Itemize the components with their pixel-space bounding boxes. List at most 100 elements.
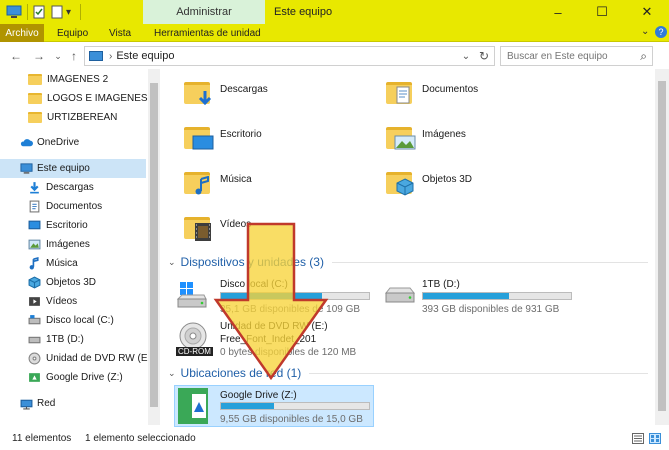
drive-icon [28, 315, 41, 325]
scrollbar-thumb[interactable] [658, 81, 666, 411]
drive-usage-fill [221, 403, 275, 409]
new-folder-icon[interactable] [51, 4, 63, 20]
properties-icon[interactable] [33, 4, 45, 20]
quick-access-toolbar [6, 4, 22, 20]
details-view-icon[interactable] [632, 433, 644, 444]
tab-vista[interactable]: Vista [109, 24, 131, 42]
nav-item-este-equipo[interactable]: Este equipo [0, 159, 146, 178]
music-icon [29, 257, 39, 270]
search-input[interactable] [501, 47, 626, 65]
network-drive-icon [29, 373, 40, 382]
nav-item-label: 1TB (D:) [46, 334, 84, 345]
drive-name: Google Drive (Z:) [220, 390, 297, 401]
collapse-chevron-icon[interactable]: ⌄ [168, 368, 176, 379]
nav-item-label: Música [46, 258, 78, 269]
nav-item-label: Google Drive (Z:) [46, 372, 123, 383]
nav-item-descargas[interactable]: Descargas [0, 178, 146, 197]
drive-usage-bar [422, 292, 572, 300]
expand-ribbon-icon[interactable]: ⌄ [641, 26, 649, 37]
folder-imagenes[interactable]: Imágenes [384, 119, 574, 159]
nav-item-urtizberean[interactable]: URTIZBEREAN [0, 108, 146, 127]
video-icon [29, 297, 40, 306]
nav-item-label: Escritorio [46, 220, 88, 231]
nav-item-videos[interactable]: Vídeos [0, 292, 146, 311]
tab-equipo[interactable]: Equipo [57, 24, 88, 42]
computer-icon[interactable] [6, 5, 22, 19]
dvd-icon [28, 352, 41, 365]
music-icon [195, 176, 209, 195]
nav-item-imagenes[interactable]: Imágenes [0, 235, 146, 254]
drive-usage-bar [220, 402, 370, 410]
download-icon [30, 182, 39, 194]
nav-item-escritorio[interactable]: Escritorio [0, 216, 146, 235]
nav-item-documentos[interactable]: Documentos [0, 197, 146, 216]
nav-item-label: Imágenes [46, 239, 90, 250]
nav-item-logos-e-imagenes[interactable]: LOGOS E IMAGENES [0, 89, 148, 108]
drive-free-space: 9,55 GB disponibles de 15,0 GB [220, 414, 363, 425]
folder-objetos-3d[interactable]: Objetos 3D [384, 164, 574, 204]
maximize-button[interactable]: ☐ [580, 0, 624, 24]
address-field[interactable]: › Este equipo ⌄ ↻ [84, 46, 495, 66]
toolbar-separator [27, 4, 28, 20]
folder-documentos[interactable]: Documentos [384, 74, 574, 114]
folder-label: Objetos 3D [422, 174, 473, 185]
tiles-view-icon[interactable] [649, 433, 661, 444]
nav-item-label: Disco local (C:) [46, 315, 114, 326]
item-count: 11 elementos [12, 433, 72, 444]
nav-item-unidad-dvd[interactable]: Unidad de DVD RW (E:) F [0, 349, 160, 368]
collapse-chevron-icon[interactable]: ⌄ [168, 257, 176, 268]
customize-toolbar-icon[interactable]: ▾ [66, 4, 71, 20]
content-pane: Descargas Documentos Escritorio Imágenes… [162, 69, 655, 427]
nav-item-label: IMAGENES 2 [47, 74, 109, 85]
drive-d[interactable]: 1TB (D:) 393 GB disponibles de 931 GB [384, 279, 584, 315]
window-title: Este equipo [274, 6, 333, 18]
folder-label: Escritorio [220, 129, 262, 140]
nav-pane-scrollbar[interactable] [148, 69, 160, 425]
pictures-icon [394, 135, 416, 150]
drive-google-drive[interactable]: Google Drive (Z:) 9,55 GB disponibles de… [174, 385, 374, 427]
content-scrollbar[interactable] [655, 69, 669, 425]
down-arrow-annotation [213, 222, 329, 381]
nav-item-onedrive[interactable]: OneDrive [0, 133, 146, 152]
address-dropdown-button[interactable]: ⌄ [458, 47, 474, 65]
navigation-pane: IMAGENES 2 LOGOS E IMAGENES URTIZBEREAN … [0, 69, 160, 425]
network-icon [20, 399, 33, 410]
help-icon[interactable]: ? [655, 26, 667, 38]
computer-icon [20, 163, 33, 174]
minimize-button[interactable]: – [536, 0, 580, 24]
tab-herramientas-de-unidad[interactable]: Herramientas de unidad [154, 24, 261, 42]
tab-archivo[interactable]: Archivo [0, 24, 44, 42]
folder-icon [28, 112, 42, 123]
nav-item-label: OneDrive [37, 137, 80, 148]
nav-item-1tb-d[interactable]: 1TB (D:) [0, 330, 146, 349]
folder-musica[interactable]: Música [182, 164, 372, 204]
nav-item-musica[interactable]: Música [0, 254, 146, 273]
refresh-button[interactable]: ↻ [476, 47, 492, 65]
drive-free-space: 393 GB disponibles de 931 GB [422, 304, 560, 315]
nav-item-objetos-3d[interactable]: Objetos 3D [0, 273, 146, 292]
nav-item-label: Unidad de DVD RW (E:) F [46, 353, 160, 364]
recent-locations-button[interactable]: ⌄ [50, 47, 66, 65]
scrollbar-thumb[interactable] [150, 83, 158, 407]
back-button[interactable]: ← [8, 47, 24, 65]
up-button[interactable]: ↑ [66, 47, 82, 65]
nav-item-imagenes-2[interactable]: IMAGENES 2 [0, 70, 146, 89]
breadcrumb-este-equipo[interactable]: Este equipo [116, 50, 174, 62]
nav-item-label: Descargas [46, 182, 94, 193]
status-bar: 11 elementos 1 elemento seleccionado [0, 428, 669, 450]
nav-item-disco-local-c[interactable]: Disco local (C:) [0, 311, 146, 330]
search-icon[interactable]: ⌕ [640, 49, 647, 64]
folder-escritorio[interactable]: Escritorio [182, 119, 372, 159]
folder-descargas[interactable]: Descargas [182, 74, 372, 114]
google-drive-icon [178, 388, 208, 424]
drive-icon [28, 336, 41, 344]
close-button[interactable]: ✕ [625, 0, 669, 24]
group-divider [309, 372, 648, 374]
group-divider [331, 261, 648, 263]
cube-icon [28, 276, 41, 289]
nav-item-google-drive[interactable]: Google Drive (Z:) [0, 368, 146, 387]
nav-item-red[interactable]: Red [0, 394, 146, 413]
desktop-icon [192, 135, 214, 150]
forward-button[interactable]: → [31, 47, 47, 65]
tab-administrar[interactable]: Administrar [143, 0, 265, 24]
